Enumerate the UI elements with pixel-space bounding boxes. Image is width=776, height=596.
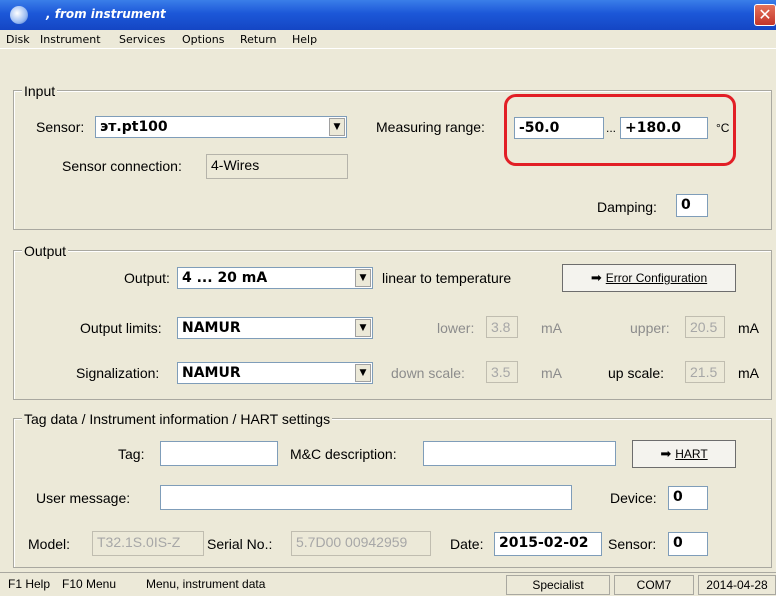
hart-button[interactable]: ➡ HART	[632, 440, 736, 468]
tag-input[interactable]	[160, 441, 278, 466]
error-configuration-label: Error Configuration	[605, 271, 708, 285]
damping-input[interactable]: 0	[676, 194, 708, 217]
device-input[interactable]: 0	[668, 486, 708, 510]
menu-bar: Disk Instrument Services Options Return …	[0, 30, 776, 49]
date-input[interactable]: 2015-02-02	[494, 532, 602, 556]
menu-services[interactable]: Services	[119, 33, 165, 46]
menu-return[interactable]: Return	[240, 33, 277, 46]
down-scale-unit: mA	[541, 365, 562, 381]
close-button[interactable]: ✕	[754, 4, 776, 26]
signalization-select[interactable]: NAMUR ▼	[177, 362, 373, 384]
status-level: Specialist	[506, 575, 610, 595]
window-title: , from instrument	[46, 7, 166, 21]
sensor-value: эт.pt100	[100, 119, 168, 135]
mc-description-label: M&C description:	[290, 446, 397, 462]
arrow-right-icon: ➡	[660, 446, 672, 461]
highlight-annotation	[504, 94, 736, 166]
menu-disk[interactable]: Disk	[6, 33, 30, 46]
chevron-down-icon[interactable]: ▼	[355, 319, 371, 337]
up-scale-value: 21.5	[685, 361, 725, 383]
model-label: Model:	[28, 536, 71, 552]
down-scale-value: 3.5	[486, 361, 518, 383]
sensor-number-input[interactable]: 0	[668, 532, 708, 556]
chevron-down-icon[interactable]: ▼	[355, 364, 371, 382]
linear-text: linear to temperature	[382, 270, 512, 286]
menu-options[interactable]: Options	[182, 33, 224, 46]
arrow-right-icon: ➡	[590, 270, 602, 285]
output-limits-label: Output limits:	[80, 320, 162, 336]
upper-unit: mA	[738, 320, 759, 336]
menu-instrument[interactable]: Instrument	[40, 33, 101, 46]
signalization-value: NAMUR	[182, 365, 241, 381]
input-group-label: Input	[22, 83, 58, 99]
hart-button-label: HART	[675, 447, 708, 461]
lower-label: lower:	[437, 320, 475, 336]
status-help: F1 Help	[8, 577, 51, 591]
chevron-down-icon[interactable]: ▼	[355, 269, 371, 287]
serial-value: 5.7D00 00942959	[291, 531, 431, 556]
sensor-connection-value: 4-Wires	[206, 154, 348, 179]
upper-value: 20.5	[685, 316, 725, 338]
down-scale-label: down scale:	[391, 365, 465, 381]
sensor-label: Sensor:	[36, 119, 85, 135]
status-menu: F10 Menu	[62, 577, 117, 591]
status-port: COM7	[614, 575, 694, 595]
output-group-label: Output	[22, 243, 69, 259]
mc-description-input[interactable]	[423, 441, 616, 466]
lower-value: 3.8	[486, 316, 518, 338]
output-label: Output:	[124, 270, 170, 286]
output-limits-select[interactable]: NAMUR ▼	[177, 317, 373, 339]
device-label: Device:	[610, 490, 657, 506]
signalization-label: Signalization:	[76, 365, 160, 381]
output-select[interactable]: 4 ... 20 mA ▼	[177, 267, 373, 289]
serial-label: Serial No.:	[207, 536, 273, 552]
output-limits-value: NAMUR	[182, 320, 241, 336]
upper-label: upper:	[630, 320, 670, 336]
title-bar: , from instrument ✕	[0, 0, 776, 30]
user-message-input[interactable]	[160, 485, 572, 510]
tag-label: Tag:	[118, 446, 145, 462]
tag-data-group-label: Tag data / Instrument information / HART…	[22, 411, 333, 427]
sensor-connection-label: Sensor connection:	[62, 158, 182, 174]
menu-help[interactable]: Help	[292, 33, 317, 46]
status-date: 2014-04-28	[698, 575, 776, 595]
error-configuration-button[interactable]: ➡ Error Configuration	[562, 264, 736, 292]
status-context: Menu, instrument data	[146, 577, 266, 591]
date-label: Date:	[450, 536, 484, 552]
user-message-label: User message:	[36, 490, 131, 506]
model-value: T32.1S.0IS-Z	[92, 531, 204, 556]
lower-unit: mA	[541, 320, 562, 336]
up-scale-unit: mA	[738, 365, 759, 381]
app-icon	[10, 6, 28, 24]
up-scale-label: up scale:	[608, 365, 665, 381]
application-window: , from instrument ✕ Disk Instrument Serv…	[0, 0, 776, 596]
output-value: 4 ... 20 mA	[182, 270, 268, 286]
sensor-number-label: Sensor:	[608, 536, 657, 552]
status-bar: F1 Help F10 Menu Menu, instrument data S…	[0, 572, 776, 596]
damping-label: Damping:	[597, 199, 657, 215]
chevron-down-icon[interactable]: ▼	[329, 118, 345, 136]
sensor-select[interactable]: эт.pt100 ▼	[95, 116, 347, 138]
measuring-range-label: Measuring range:	[376, 119, 485, 135]
